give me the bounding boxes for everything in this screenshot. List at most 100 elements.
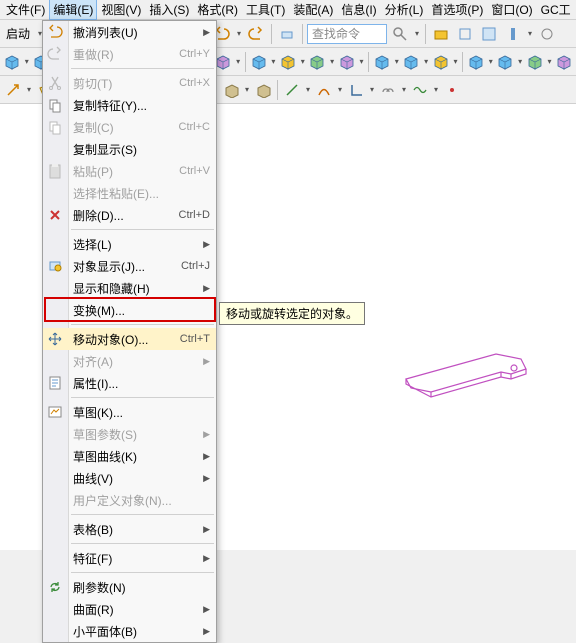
shape-tool-point2-17[interactable] [441,79,463,101]
modeling-tool-drop-17[interactable]: ▾ [546,51,553,73]
shape-tool-perp-14[interactable] [345,79,367,101]
menubar-item-1[interactable]: 编辑(E) [49,0,97,20]
modeling-tool-drop-9[interactable]: ▾ [299,51,306,73]
menu-item-28[interactable]: 特征(F)▶ [43,547,216,569]
start-label[interactable]: 启动 [2,25,34,42]
menu-item-31[interactable]: 曲面(R)▶ [43,598,216,620]
modeling-tool-12[interactable] [372,51,392,73]
menu-item-label: 删除(D)... [73,207,171,224]
modeling-tool-15[interactable] [466,51,486,73]
menubar-item-4[interactable]: 格式(R) [193,0,242,20]
shape-tool-drop-13[interactable]: ▾ [336,79,344,101]
shape-tool-cube-10[interactable] [252,79,274,101]
search-button[interactable] [389,23,411,45]
menu-item-0[interactable]: 撤消列表(U)▶ [43,21,216,43]
menu-item-label: 复制特征(Y)... [73,97,210,114]
shape-tool-drop-14[interactable]: ▾ [368,79,376,101]
tool-a-button[interactable] [276,23,298,45]
menubar-item-7[interactable]: 信息(I) [337,0,380,20]
menu-item-9[interactable]: 删除(D)...Ctrl+D [43,204,216,226]
submenu-arrow-icon: ▶ [203,524,210,535]
menu-item-label: 复制(C) [73,119,171,136]
separator [302,24,303,44]
modeling-tool-drop-12[interactable]: ▾ [393,51,400,73]
menubar-item-9[interactable]: 首选项(P) [427,0,487,20]
menubar-item-11[interactable]: GC工 [537,0,575,20]
modeling-tool-drop-0[interactable]: ▾ [23,51,30,73]
menu-item-14[interactable]: 变换(M)... [43,299,216,321]
modeling-tool-13[interactable] [401,51,421,73]
tool-d-button[interactable] [502,23,524,45]
menu-item-30[interactable]: 刷参数(N) [43,576,216,598]
menubar-item-8[interactable]: 分析(L) [381,0,428,20]
menubar-item-6[interactable]: 装配(A) [289,0,337,20]
shape-tool-drop-9[interactable]: ▾ [243,79,251,101]
tool-e-button[interactable] [536,23,558,45]
view-button[interactable] [430,23,452,45]
menu-item-11[interactable]: 选择(L) ▶ [43,233,216,255]
menu-item-13[interactable]: 显示和隐藏(H)▶ [43,277,216,299]
modeling-tool-18[interactable] [554,51,574,73]
modeling-tool-drop-7[interactable]: ▾ [235,51,242,73]
menubar-item-0[interactable]: 文件(F) [2,0,49,20]
tool-d-dropdown-icon[interactable]: ▾ [526,23,534,45]
menu-item-23[interactable]: 曲线(V)▶ [43,467,216,489]
menubar-item-2[interactable]: 视图(V) [97,0,145,20]
modeling-tool-drop-15[interactable]: ▾ [487,51,494,73]
search-dropdown-icon[interactable]: ▾ [413,23,421,45]
menubar-item-5[interactable]: 工具(T) [242,0,289,20]
menu-item-label: 草图曲线(K) [73,448,199,465]
shape-tool-wave-16[interactable] [409,79,431,101]
menu-item-12[interactable]: 对象显示(J)...Ctrl+J [43,255,216,277]
modeling-tool-drop-10[interactable]: ▾ [329,51,336,73]
menu-item-32[interactable]: 小平面体(B)▶ [43,620,216,642]
modeling-tool-drop-14[interactable]: ▾ [452,51,459,73]
modeling-tool-8[interactable] [249,51,269,73]
modeling-tool-14[interactable] [431,51,451,73]
menu-item-label: 选择(L) [73,236,199,253]
menu-item-26[interactable]: 表格(B)▶ [43,518,216,540]
shape-tool-line-12[interactable] [281,79,303,101]
menubar-item-10[interactable]: 窗口(O) [487,0,536,20]
modeling-tool-16[interactable] [495,51,515,73]
search-input[interactable]: 查找命令 [307,24,387,44]
submenu-arrow-icon: ▶ [203,239,210,250]
shape-tool-drop-15[interactable]: ▾ [400,79,408,101]
menu-item-20[interactable]: 草图(K)... [43,401,216,423]
menu-item-shortcut: Ctrl+Y [179,48,210,60]
menu-item-label: 撤消列表(U) [73,24,199,41]
shape-tool-arrow-0[interactable] [2,79,24,101]
modeling-tool-drop-8[interactable]: ▾ [270,51,277,73]
modeling-tool-10[interactable] [307,51,327,73]
modeling-tool-drop-16[interactable]: ▾ [516,51,523,73]
menubar-item-3[interactable]: 插入(S) [145,0,193,20]
menu-item-3: 剪切(T)Ctrl+X [43,72,216,94]
shape-tool-curve-13[interactable] [313,79,335,101]
menu-item-4[interactable]: 复制特征(Y)... [43,94,216,116]
undo-dropdown-icon[interactable]: ▾ [235,23,243,45]
shape-tool-drop-12[interactable]: ▾ [304,79,312,101]
modeling-tool-17[interactable] [525,51,545,73]
menu-item-16[interactable]: 移动对象(O)...Ctrl+T [43,328,216,350]
modeling-tool-11[interactable] [337,51,357,73]
tool-c-button[interactable] [478,23,500,45]
menu-item-label: 对齐(A) [73,353,199,370]
shape-tool-chain-15[interactable] [377,79,399,101]
menu-item-5: 复制(C)Ctrl+C [43,116,216,138]
menu-item-17: 对齐(A)▶ [43,350,216,372]
submenu-arrow-icon: ▶ [203,553,210,564]
shape-tool-drop-0[interactable]: ▾ [25,79,33,101]
modeling-tool-drop-13[interactable]: ▾ [423,51,430,73]
modeling-tool-0[interactable] [2,51,22,73]
redo-button[interactable] [245,23,267,45]
menu-item-22[interactable]: 草图曲线(K)▶ [43,445,216,467]
copy-icon [47,119,63,135]
menu-item-6[interactable]: 复制显示(S) [43,138,216,160]
menu-separator [71,397,214,398]
menu-item-18[interactable]: 属性(I)... [43,372,216,394]
shape-tool-drop-16[interactable]: ▾ [432,79,440,101]
shape-tool-cube-9[interactable] [220,79,242,101]
modeling-tool-drop-11[interactable]: ▾ [358,51,365,73]
modeling-tool-9[interactable] [278,51,298,73]
tool-b-button[interactable] [454,23,476,45]
